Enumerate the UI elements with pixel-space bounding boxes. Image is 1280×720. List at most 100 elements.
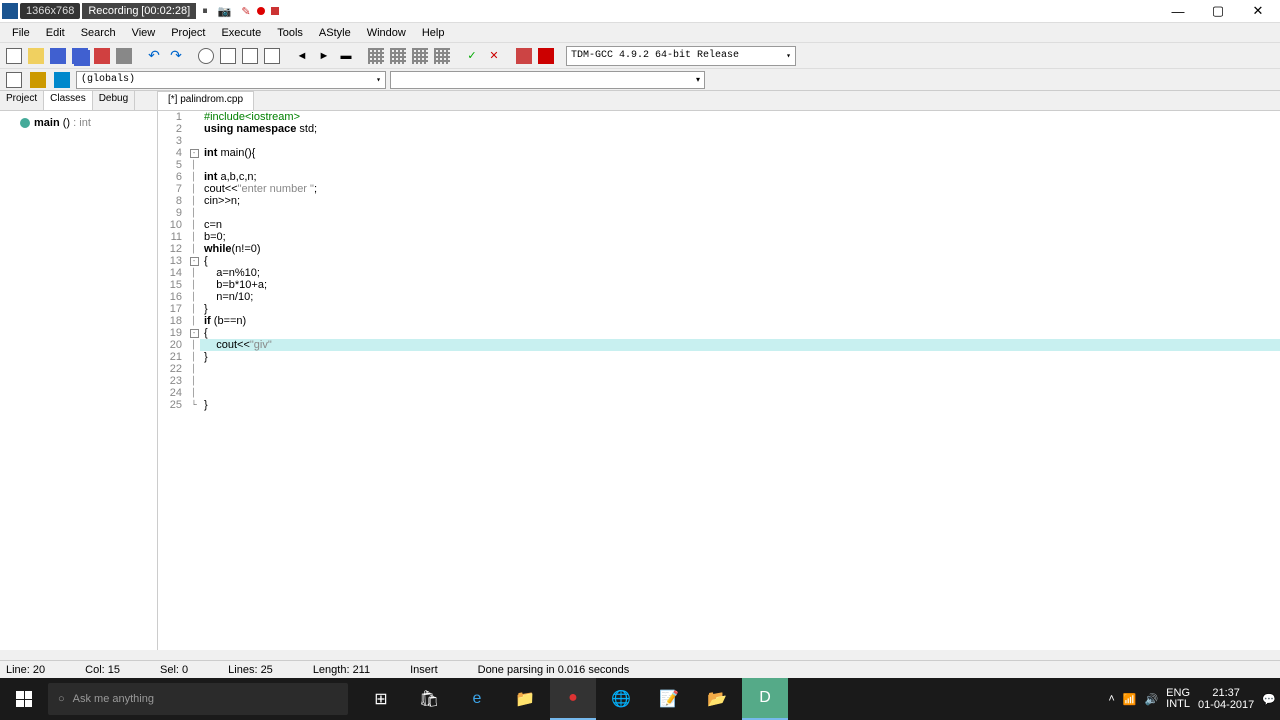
- insert-button[interactable]: [28, 70, 48, 90]
- menu-edit[interactable]: Edit: [38, 25, 73, 41]
- camera-icon[interactable]: 📷: [214, 5, 236, 18]
- status-mode: Insert: [410, 664, 438, 676]
- code-lines[interactable]: #include<iostream> using namespace std; …: [200, 111, 1280, 650]
- cortana-icon: ○: [58, 693, 65, 705]
- fold-column: -││││││││-│││││-│││││└: [188, 111, 200, 650]
- check-button[interactable]: ✓: [462, 46, 482, 66]
- main-toolbar: ↶ ↷ ◄ ► ▬ ✓ ✕ TDM-GCC 4.9.2 64-bit Relea…: [0, 42, 1280, 68]
- status-col: Col: 15: [85, 664, 120, 676]
- menu-execute[interactable]: Execute: [213, 25, 269, 41]
- taskbar-notepad[interactable]: 📝: [646, 678, 692, 720]
- line-gutter: 1234567891011121314151617181920212223242…: [158, 111, 188, 650]
- toggle-bookmark-button[interactable]: ▬: [336, 46, 356, 66]
- menu-bar: File Edit Search View Project Execute To…: [0, 22, 1280, 42]
- open-button[interactable]: [26, 46, 46, 66]
- status-sel: Sel: 0: [160, 664, 188, 676]
- resolution-badge: 1366x768: [20, 3, 80, 19]
- menu-file[interactable]: File: [4, 25, 38, 41]
- undo-button[interactable]: ↶: [144, 46, 164, 66]
- fold-toggle[interactable]: -: [190, 329, 199, 338]
- grid2-button[interactable]: [388, 46, 408, 66]
- redo-button[interactable]: ↷: [166, 46, 186, 66]
- menu-astyle[interactable]: AStyle: [311, 25, 359, 41]
- taskbar-devcpp[interactable]: D: [742, 678, 788, 720]
- tab-debug[interactable]: Debug: [93, 91, 135, 110]
- status-parse: Done parsing in 0.016 seconds: [478, 664, 630, 676]
- code-editor[interactable]: 1234567891011121314151617181920212223242…: [158, 111, 1280, 650]
- scope-toolbar: (globals): [0, 68, 1280, 90]
- status-line: Line: 20: [6, 664, 45, 676]
- search-placeholder: Ask me anything: [73, 693, 154, 705]
- app-icon: [2, 3, 18, 19]
- close-file-button[interactable]: [92, 46, 112, 66]
- tray-notifications-icon[interactable]: 💬: [1262, 693, 1276, 706]
- menu-search[interactable]: Search: [73, 25, 124, 41]
- menu-project[interactable]: Project: [163, 25, 213, 41]
- bookmark-button[interactable]: [52, 70, 72, 90]
- fold-toggle[interactable]: -: [190, 149, 199, 158]
- tree-item-main[interactable]: main () : int: [4, 115, 153, 131]
- recording-label: Recording [00:02:28]: [82, 3, 196, 19]
- new-class-button[interactable]: [4, 70, 24, 90]
- debug-button[interactable]: [536, 46, 556, 66]
- cancel-compile-button[interactable]: ✕: [484, 46, 504, 66]
- tray-network-icon[interactable]: 📶: [1123, 693, 1137, 706]
- task-view-button[interactable]: ⊞: [358, 678, 404, 720]
- system-tray: ˄ 📶 🔊 ENGINTL 21:3701-04-2017 💬: [1108, 687, 1280, 711]
- minimize-button[interactable]: —: [1158, 0, 1198, 22]
- next-bookmark-button[interactable]: ►: [314, 46, 334, 66]
- grid4-button[interactable]: [432, 46, 452, 66]
- close-button[interactable]: ✕: [1238, 0, 1278, 22]
- replace-button[interactable]: [218, 46, 238, 66]
- save-all-button[interactable]: [70, 46, 90, 66]
- prev-bookmark-button[interactable]: ◄: [292, 46, 312, 66]
- maximize-button[interactable]: ▢: [1198, 0, 1238, 22]
- taskbar-store[interactable]: 🛍: [406, 678, 452, 720]
- tray-language[interactable]: ENGINTL: [1166, 688, 1190, 710]
- goto-button[interactable]: [262, 46, 282, 66]
- save-button[interactable]: [48, 46, 68, 66]
- stop-icon[interactable]: [271, 7, 279, 15]
- editor-area: [*] palindrom.cpp 1234567891011121314151…: [158, 91, 1280, 650]
- pause-icon[interactable]: ⏸: [198, 5, 212, 18]
- taskbar-folder[interactable]: 📂: [694, 678, 740, 720]
- new-file-button[interactable]: [4, 46, 24, 66]
- tray-volume-icon[interactable]: 🔊: [1144, 693, 1158, 706]
- function-icon: [20, 118, 30, 128]
- status-bar: Line: 20 Col: 15 Sel: 0 Lines: 25 Length…: [0, 660, 1280, 678]
- print-button[interactable]: [114, 46, 134, 66]
- pencil-icon[interactable]: ✎: [237, 5, 254, 18]
- cortana-search[interactable]: ○ Ask me anything: [48, 683, 348, 715]
- windows-icon: [16, 691, 32, 707]
- start-button[interactable]: [0, 678, 48, 720]
- find-button[interactable]: [196, 46, 216, 66]
- menu-tools[interactable]: Tools: [269, 25, 311, 41]
- find-in-files-button[interactable]: [240, 46, 260, 66]
- sidebar: Project Classes Debug main () : int: [0, 91, 158, 650]
- menu-help[interactable]: Help: [414, 25, 453, 41]
- taskbar-explorer[interactable]: 📁: [502, 678, 548, 720]
- grid1-button[interactable]: [366, 46, 386, 66]
- status-lines: Lines: 25: [228, 664, 273, 676]
- compiler-dropdown[interactable]: TDM-GCC 4.9.2 64-bit Release: [566, 46, 796, 66]
- taskbar: ○ Ask me anything ⊞ 🛍 e 📁 ● 🌐 📝 📂 D ˄ 📶 …: [0, 678, 1280, 720]
- menu-view[interactable]: View: [124, 25, 164, 41]
- profile-button[interactable]: [514, 46, 534, 66]
- fold-toggle[interactable]: -: [190, 257, 199, 266]
- tray-clock[interactable]: 21:3701-04-2017: [1198, 687, 1254, 711]
- taskbar-edge[interactable]: e: [454, 678, 500, 720]
- member-dropdown[interactable]: [390, 71, 705, 89]
- menu-window[interactable]: Window: [359, 25, 414, 41]
- main-area: Project Classes Debug main () : int [*] …: [0, 90, 1280, 650]
- file-tab-palindrom[interactable]: [*] palindrom.cpp: [158, 91, 254, 110]
- tray-chevron-icon[interactable]: ˄: [1108, 693, 1114, 705]
- title-bar: 1366x768 Recording [00:02:28] ⏸ 📷 ✎ — ▢ …: [0, 0, 1280, 22]
- taskbar-chrome[interactable]: 🌐: [598, 678, 644, 720]
- tab-classes[interactable]: Classes: [44, 91, 93, 110]
- record-icon[interactable]: [257, 7, 265, 15]
- scope-dropdown[interactable]: (globals): [76, 71, 386, 89]
- grid3-button[interactable]: [410, 46, 430, 66]
- status-length: Length: 211: [313, 664, 370, 676]
- taskbar-recorder[interactable]: ●: [550, 678, 596, 720]
- tab-project[interactable]: Project: [0, 91, 44, 110]
